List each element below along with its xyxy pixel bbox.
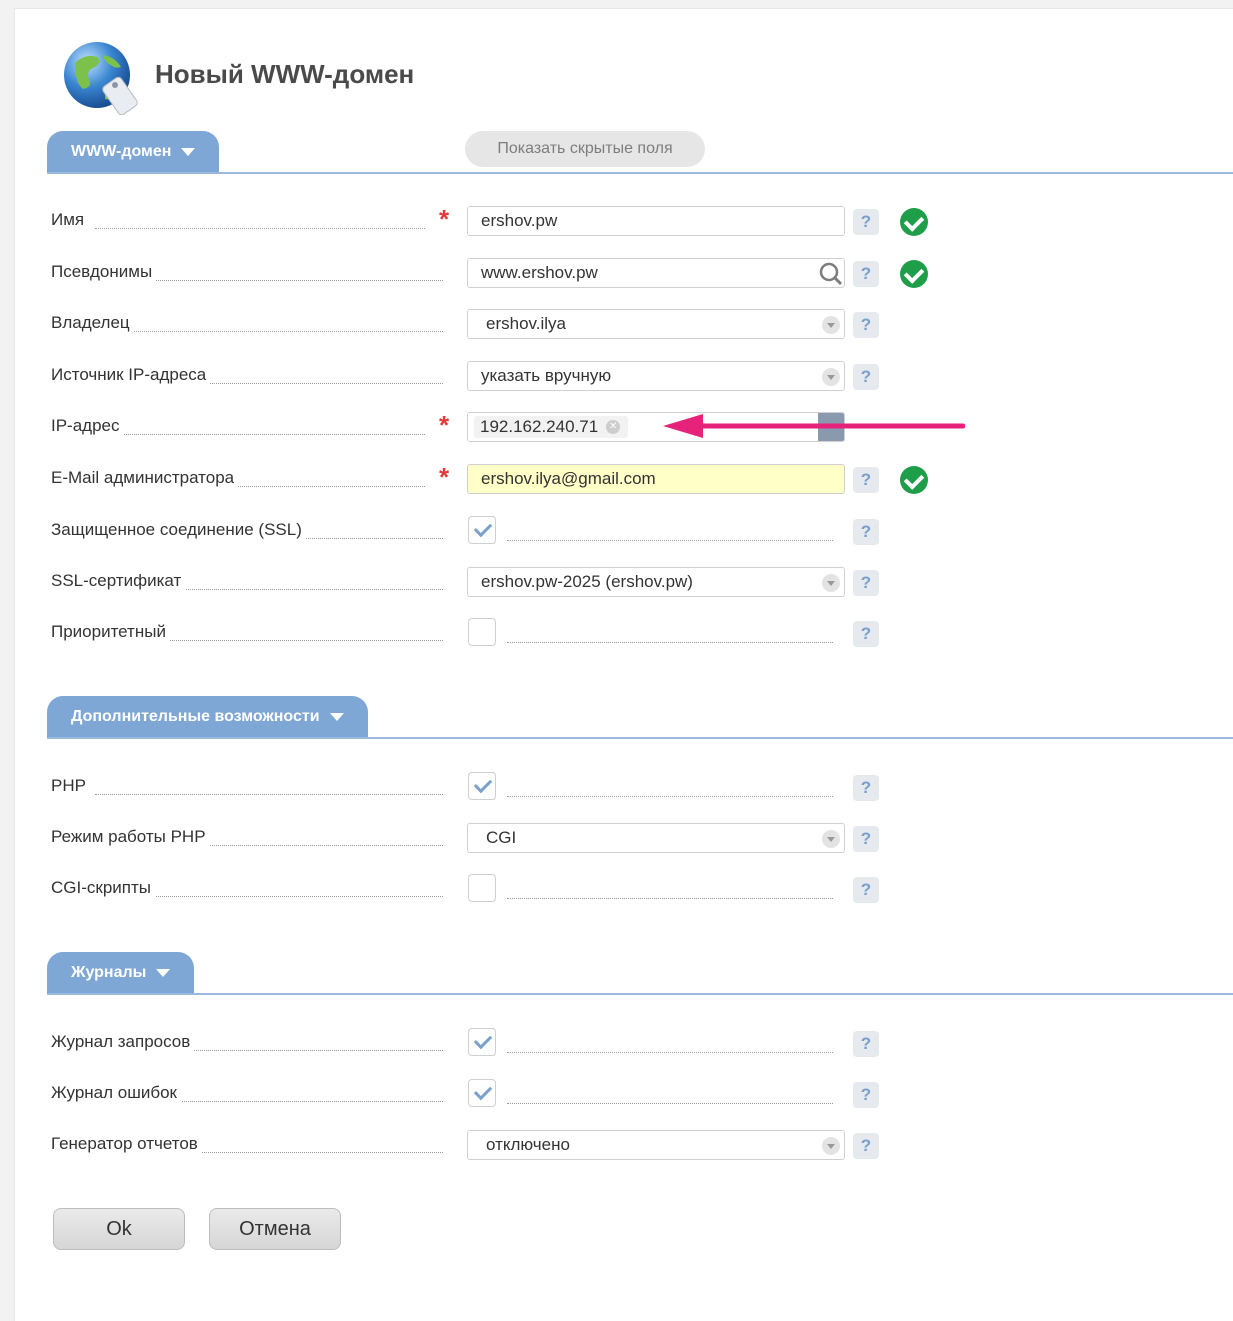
tab-label: Журналы <box>71 964 147 981</box>
tab-www-domain[interactable]: WWW-домен <box>47 131 220 173</box>
remove-icon[interactable]: ✕ <box>606 420 621 434</box>
tab-label: Дополнительные возможности <box>71 708 320 725</box>
ip-value: 192.162.240.71 <box>480 417 599 436</box>
globe-icon <box>64 42 138 116</box>
row-ip-source: Источник IP-адреса указать вручную ? <box>15 355 1233 395</box>
row-php: PHP ? <box>15 766 1233 806</box>
ssl-cert-value: ershov.pw-2025 (ershov.pw) <box>481 572 693 591</box>
help-icon[interactable]: ? <box>853 261 879 287</box>
owner-value: ershov.ilya <box>486 314 566 333</box>
tab-label: WWW-домен <box>71 143 172 160</box>
row-name: Имя * ershov.pw ? <box>15 200 1233 240</box>
help-icon[interactable]: ? <box>853 621 879 647</box>
aliases-input[interactable]: www.ershov.pw <box>467 258 845 288</box>
help-icon[interactable]: ? <box>853 1082 879 1108</box>
row-ssl-cert: SSL-сертификат ershov.pw-2025 (ershov.pw… <box>15 561 1233 601</box>
help-icon[interactable]: ? <box>853 1133 879 1159</box>
label-ip: IP-адрес <box>51 416 124 436</box>
ok-button[interactable]: Ok <box>53 1208 185 1250</box>
row-php-mode: Режим работы PHP CGI ? <box>15 817 1233 857</box>
help-icon[interactable]: ? <box>853 570 879 596</box>
email-input[interactable]: ershov.ilya@gmail.com <box>467 464 845 494</box>
row-aliases: Псевдонимы www.ershov.pw ? <box>15 252 1233 292</box>
help-icon[interactable]: ? <box>853 826 879 852</box>
priority-checkbox[interactable] <box>468 618 496 646</box>
chevron-down-icon <box>822 574 840 592</box>
row-report-gen: Генератор отчетов отключено ? <box>15 1124 1233 1164</box>
search-icon[interactable] <box>818 262 844 286</box>
chevron-down-icon <box>822 368 840 386</box>
ssl-cert-select[interactable]: ershov.pw-2025 (ershov.pw) <box>467 567 845 597</box>
report-gen-value: отключено <box>486 1135 570 1154</box>
help-icon[interactable]: ? <box>853 364 879 390</box>
row-ip: IP-адрес * 192.162.240.71 ✕ <box>15 406 1233 446</box>
label-access-log: Журнал запросов <box>51 1032 195 1052</box>
aliases-value: www.ershov.pw <box>481 263 598 282</box>
label-email: E-Mail администратора <box>51 468 239 488</box>
row-error-log: Журнал ошибок ? <box>15 1073 1233 1113</box>
valid-check-icon <box>900 466 928 494</box>
label-name: Имя <box>51 210 89 230</box>
label-ssl: Защищенное соединение (SSL) <box>51 520 306 540</box>
label-php: PHP <box>51 776 90 796</box>
help-icon[interactable]: ? <box>853 467 879 493</box>
required-mark: * <box>439 410 450 440</box>
section-divider <box>47 172 1233 174</box>
dialog: Новый WWW-домен WWW-домен Показать скрыт… <box>14 8 1233 1321</box>
tab-extra-features[interactable]: Дополнительные возможности <box>47 696 368 738</box>
label-ssl-cert: SSL-сертификат <box>51 571 186 591</box>
error-log-checkbox[interactable] <box>468 1079 496 1107</box>
help-icon[interactable]: ? <box>853 519 879 545</box>
report-gen-select[interactable]: отключено <box>467 1130 845 1160</box>
ssl-checkbox[interactable] <box>468 516 496 544</box>
php-checkbox[interactable] <box>468 772 496 800</box>
valid-check-icon <box>900 260 928 288</box>
owner-select[interactable]: ershov.ilya <box>467 309 845 339</box>
row-priority: Приоритетный ? <box>15 612 1233 652</box>
page-title: Новый WWW-домен <box>155 59 415 89</box>
label-php-mode: Режим работы PHP <box>51 827 210 847</box>
row-email: E-Mail администратора * ershov.ilya@gmai… <box>15 458 1233 498</box>
row-ssl: Защищенное соединение (SSL) ? <box>15 510 1233 550</box>
access-log-checkbox[interactable] <box>468 1028 496 1056</box>
row-access-log: Журнал запросов ? <box>15 1022 1233 1062</box>
row-owner: Владелец ershov.ilya ? <box>15 303 1233 343</box>
label-owner: Владелец <box>51 313 134 333</box>
help-icon[interactable]: ? <box>853 877 879 903</box>
row-cgi: CGI-скрипты ? <box>15 868 1233 908</box>
cancel-button[interactable]: Отмена <box>209 1208 341 1250</box>
ip-source-value: указать вручную <box>481 366 612 385</box>
help-icon[interactable]: ? <box>853 312 879 338</box>
help-icon[interactable]: ? <box>853 775 879 801</box>
label-cgi: CGI-скрипты <box>51 878 155 898</box>
required-mark: * <box>439 462 450 492</box>
chevron-down-icon <box>156 968 171 977</box>
ip-source-select[interactable]: указать вручную <box>467 361 845 391</box>
section-divider <box>47 737 1233 739</box>
cgi-checkbox[interactable] <box>468 874 496 902</box>
php-mode-value: CGI <box>486 828 517 847</box>
chevron-down-icon <box>822 830 840 848</box>
chevron-down-icon <box>181 147 196 156</box>
label-error-log: Журнал ошибок <box>51 1083 181 1103</box>
php-mode-select[interactable]: CGI <box>467 823 845 853</box>
tab-logs[interactable]: Журналы <box>47 952 195 994</box>
chevron-down-icon <box>822 1137 840 1155</box>
required-mark: * <box>439 204 450 234</box>
name-input[interactable]: ershov.pw <box>467 206 845 236</box>
label-priority: Приоритетный <box>51 622 170 642</box>
help-icon[interactable]: ? <box>853 209 879 235</box>
help-icon[interactable]: ? <box>853 1031 879 1057</box>
label-ip-source: Источник IP-адреса <box>51 365 211 385</box>
chevron-down-icon <box>329 712 344 721</box>
valid-check-icon <box>900 208 928 236</box>
ip-tag: 192.162.240.71 ✕ <box>474 416 629 438</box>
label-aliases: Псевдонимы <box>51 262 157 282</box>
arrow-annotation <box>663 414 965 438</box>
show-hidden-fields-button[interactable]: Показать скрытые поля <box>465 131 705 167</box>
section-divider <box>47 993 1233 995</box>
chevron-down-icon <box>822 316 840 334</box>
label-report-gen: Генератор отчетов <box>51 1134 202 1154</box>
